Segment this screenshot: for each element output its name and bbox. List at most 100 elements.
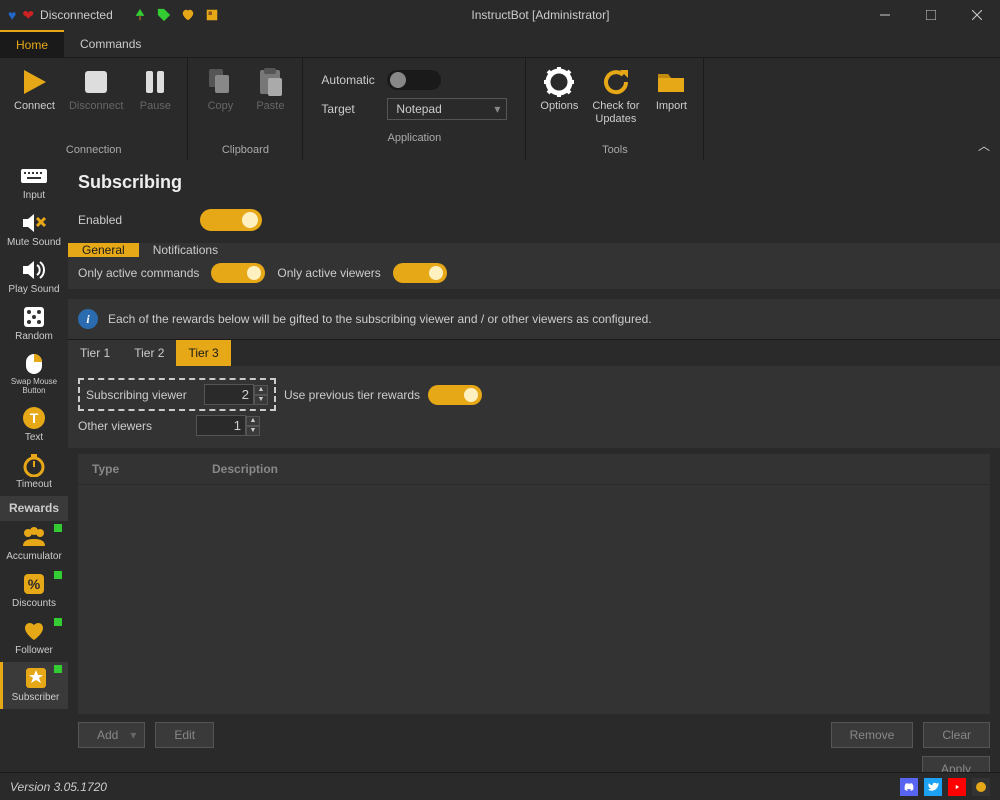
text-icon: T [20,406,48,430]
tab-tier-2[interactable]: Tier 2 [122,340,176,366]
heart-yellow-icon[interactable] [181,8,195,22]
other-viewers-label: Other viewers [78,419,188,433]
group-clipboard: Clipboard [196,140,294,156]
pause-button[interactable]: Pause [131,62,179,117]
minimize-button[interactable] [862,0,908,30]
close-button[interactable] [954,0,1000,30]
copy-button[interactable]: Copy [196,62,244,117]
percent-icon: % [20,572,48,596]
only-active-commands-toggle[interactable] [211,263,265,283]
apply-button[interactable]: Apply [922,756,990,772]
heart-blue-icon: ♥ [8,7,16,23]
clear-button[interactable]: Clear [923,722,990,748]
folder-icon [655,66,687,98]
sidebar-item-accumulator[interactable]: Accumulator [0,521,68,568]
enabled-label: Enabled [78,213,188,227]
sidebar-item-discounts[interactable]: % Discounts [0,568,68,615]
paste-icon [254,66,286,98]
twitter-icon[interactable] [924,778,942,796]
spin-down[interactable]: ▼ [254,395,268,405]
tab-tier-1[interactable]: Tier 1 [68,340,122,366]
automatic-toggle[interactable] [387,70,441,90]
options-button[interactable]: Options [534,62,584,117]
version-text: Version 3.05.1720 [10,780,107,794]
spin-down[interactable]: ▼ [246,426,260,436]
subtab-notifications[interactable]: Notifications [139,243,232,257]
svg-text:T: T [30,410,39,426]
ribbon: Connect Disconnect Pause Connection Copy… [0,58,1000,160]
rewards-table: Type Description [78,454,990,714]
sidebar-item-mute-sound[interactable]: Mute Sound [0,207,68,254]
maximize-button[interactable] [908,0,954,30]
spin-up[interactable]: ▲ [254,385,268,395]
sidebar-item-text[interactable]: T Text [0,402,68,449]
only-active-viewers-toggle[interactable] [393,263,447,283]
tree-icon[interactable] [133,8,147,22]
add-button[interactable]: Add [78,722,145,748]
paste-button[interactable]: Paste [246,62,294,117]
heart-red-icon: ❤ [22,7,34,24]
info-banner: i Each of the rewards below will be gift… [68,297,1000,339]
disconnect-button[interactable]: Disconnect [63,62,129,117]
info-icon: i [78,309,98,329]
tab-home[interactable]: Home [0,30,64,57]
sidebar-item-input[interactable]: Input [0,160,68,207]
tab-commands[interactable]: Commands [64,30,157,57]
tier-tabs: Tier 1 Tier 2 Tier 3 [68,339,1000,366]
title-icons [133,8,219,22]
remove-button[interactable]: Remove [831,722,914,748]
mouse-icon [20,352,48,376]
col-type[interactable]: Type [92,462,212,476]
info-text: Each of the rewards below will be gifted… [108,312,652,326]
collapse-ribbon-icon[interactable]: ︿ [978,137,990,154]
speaker-icon [20,258,48,282]
automatic-label: Automatic [321,73,377,87]
status-bar: Version 3.05.1720 [0,772,1000,800]
window-title: InstructBot [Administrator] [219,8,862,22]
col-description[interactable]: Description [212,462,278,476]
dice-icon [20,305,48,329]
enabled-toggle[interactable] [200,209,262,231]
subtabs: General Notifications [68,243,1000,257]
sidebar-item-random[interactable]: Random [0,301,68,348]
stopwatch-icon [20,453,48,477]
sidebar-item-timeout[interactable]: Timeout [0,449,68,496]
sidebar: Input Mute Sound Play Sound Random Swap … [0,160,68,772]
svg-text:%: % [28,576,41,592]
import-button[interactable]: Import [647,62,695,117]
spin-up[interactable]: ▲ [246,416,260,426]
table-body [78,485,990,714]
heart-icon [20,619,48,643]
other-viewers-input[interactable] [196,415,246,436]
sidebar-item-subscriber[interactable]: Subscriber [0,662,68,709]
discord-icon[interactable] [900,778,918,796]
sidebar-item-follower[interactable]: Follower [0,615,68,662]
tag-icon[interactable] [157,8,171,22]
connect-button[interactable]: Connect [8,62,61,117]
app-icon[interactable] [972,778,990,796]
subscribing-viewer-highlight: Subscribing viewer ▲▼ [78,378,276,411]
menu-bar: Home Commands [0,30,1000,58]
mute-icon [20,211,48,235]
pause-icon [139,66,171,98]
connection-status: ♥ ❤ Disconnected [8,7,113,24]
group-connection: Connection [8,140,179,156]
check-updates-button[interactable]: Check for Updates [586,62,645,130]
subtab-general[interactable]: General [68,243,139,257]
use-previous-label: Use previous tier rewards [284,388,420,402]
group-application: Application [311,128,517,144]
page-title: Subscribing [68,160,1000,203]
sidebar-item-play-sound[interactable]: Play Sound [0,254,68,301]
target-select[interactable]: Notepad [387,98,507,120]
use-previous-toggle[interactable] [428,385,482,405]
refresh-icon [600,66,632,98]
enabled-indicator-icon [54,618,62,626]
subscribing-viewer-input[interactable] [204,384,254,405]
enabled-indicator-icon [54,524,62,532]
tab-tier-3[interactable]: Tier 3 [176,340,230,366]
sidebar-item-swap-mouse[interactable]: Swap Mouse Button [0,348,68,402]
people-icon [20,525,48,549]
note-icon[interactable] [205,8,219,22]
edit-button[interactable]: Edit [155,722,214,748]
youtube-icon[interactable] [948,778,966,796]
